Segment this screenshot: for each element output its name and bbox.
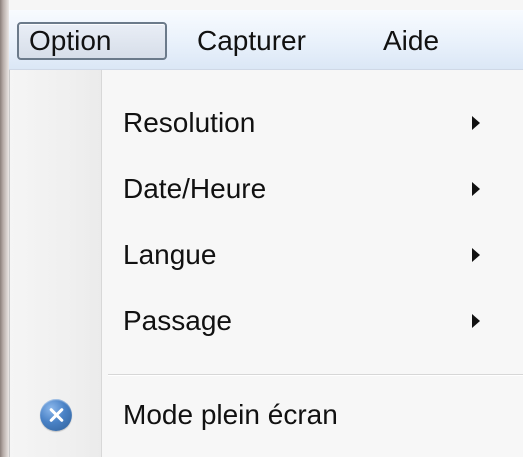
- menu-item-mode-plein-ecran-label: Mode plein écran: [123, 399, 338, 430]
- menu-item-passage-label: Passage: [123, 305, 232, 336]
- menu-item-date-heure[interactable]: Date/Heure: [10, 156, 523, 222]
- option-dropdown-menu: Resolution Date/Heure Langue Passage Mod…: [9, 70, 523, 457]
- submenu-arrow-icon: [472, 116, 480, 130]
- menu-option[interactable]: Option: [17, 22, 167, 60]
- fullscreen-x-icon: [40, 399, 72, 431]
- menu-aide-label: Aide: [383, 25, 440, 56]
- submenu-arrow-icon: [472, 248, 480, 262]
- menu-item-date-heure-label: Date/Heure: [123, 173, 267, 204]
- submenu-arrow-icon: [472, 182, 480, 196]
- menu-item-resolution[interactable]: Resolution: [10, 90, 523, 156]
- menu-item-passage[interactable]: Passage: [10, 288, 523, 354]
- application-window: Option Capturer Aide Resolution Date/Heu…: [0, 0, 523, 457]
- window-left-edge: [0, 0, 9, 457]
- submenu-arrow-icon: [472, 314, 480, 328]
- menu-item-langue[interactable]: Langue: [10, 222, 523, 288]
- menu-aide[interactable]: Aide: [377, 22, 487, 60]
- menu-item-resolution-label: Resolution: [123, 107, 256, 138]
- menu-item-langue-label: Langue: [123, 239, 217, 270]
- menu-capturer-label: Capturer: [197, 25, 306, 56]
- menu-option-label: Option: [29, 25, 112, 56]
- menu-separator: [108, 374, 523, 376]
- menu-capturer[interactable]: Capturer: [187, 22, 347, 60]
- menu-bar: Option Capturer Aide: [9, 10, 523, 70]
- menu-item-mode-plein-ecran[interactable]: Mode plein écran: [10, 382, 523, 448]
